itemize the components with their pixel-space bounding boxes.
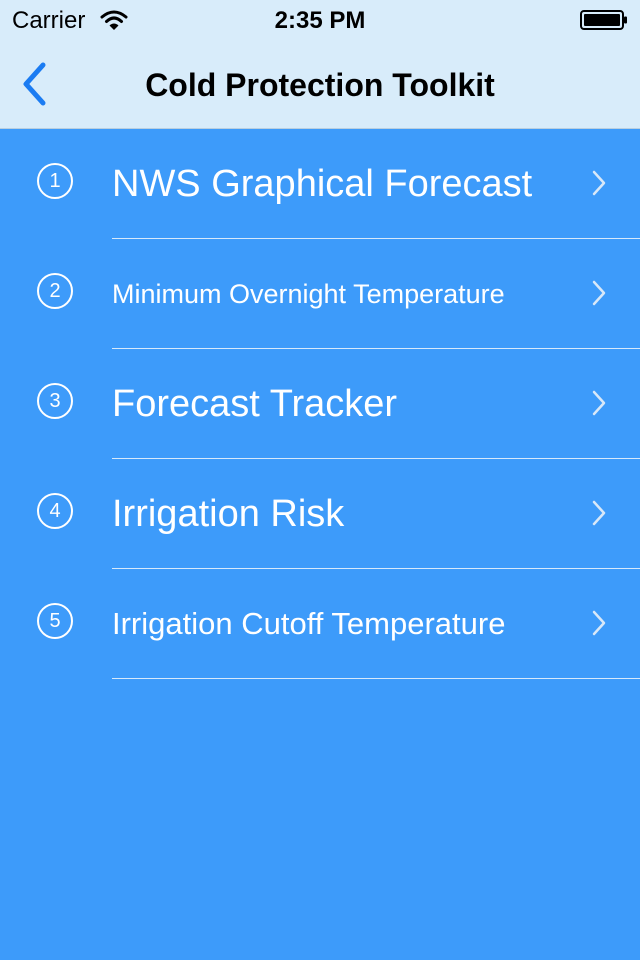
number-badge: 1 (37, 163, 73, 199)
chevron-right-icon (592, 280, 606, 306)
menu-item-label: Minimum Overnight Temperature (112, 278, 505, 309)
menu-list: 1 NWS Graphical Forecast 2 Minimum Overn… (0, 129, 640, 679)
menu-item-nws-graphical-forecast[interactable]: 1 NWS Graphical Forecast (0, 129, 640, 239)
menu-item-label: Irrigation Cutoff Temperature (112, 606, 506, 641)
battery-icon (580, 10, 627, 30)
row-divider (112, 678, 640, 679)
menu-item-forecast-tracker[interactable]: 3 Forecast Tracker (0, 349, 640, 459)
number-badge: 3 (37, 383, 73, 419)
chevron-right-icon (592, 390, 606, 416)
status-bar: Carrier 2:35 PM (0, 0, 640, 40)
menu-item-irrigation-cutoff-temperature[interactable]: 5 Irrigation Cutoff Temperature (0, 569, 640, 679)
menu-item-label: Forecast Tracker (112, 382, 398, 425)
number-badge: 5 (37, 603, 73, 639)
menu-item-label: NWS Graphical Forecast (112, 162, 533, 205)
menu-item-label: Irrigation Risk (112, 492, 345, 535)
chevron-right-icon (592, 500, 606, 526)
page-title: Cold Protection Toolkit (145, 67, 495, 103)
chevron-right-icon (592, 610, 606, 636)
menu-item-minimum-overnight-temperature[interactable]: 2 Minimum Overnight Temperature (0, 239, 640, 349)
menu-item-irrigation-risk[interactable]: 4 Irrigation Risk (0, 459, 640, 569)
chevron-right-icon (592, 170, 606, 196)
number-badge: 2 (37, 273, 73, 309)
number-badge: 4 (37, 493, 73, 529)
navigation-bar: Cold Protection Toolkit (0, 40, 640, 128)
status-time: 2:35 PM (274, 7, 366, 34)
top-bar: Carrier 2:35 PM Cold Protection Toolkit (0, 0, 640, 129)
